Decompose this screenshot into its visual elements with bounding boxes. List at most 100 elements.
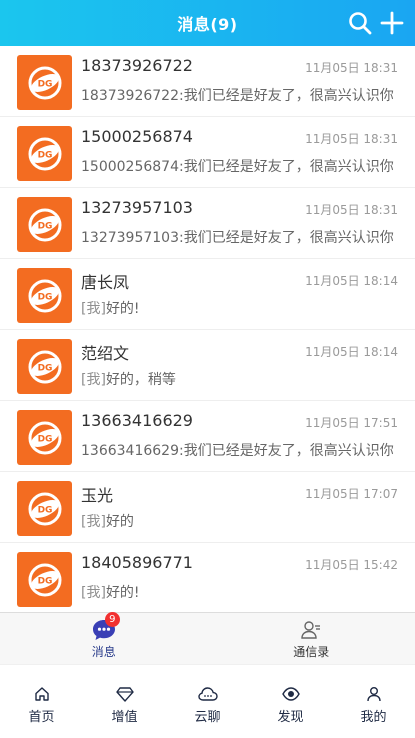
- dg-logo-icon: DG: [28, 208, 61, 241]
- add-icon[interactable]: [379, 7, 405, 39]
- dg-logo-icon: DG: [28, 421, 61, 454]
- nav-mine[interactable]: 我的: [332, 665, 415, 738]
- avatar: DG: [17, 410, 72, 465]
- tab-messages-label: 消息: [91, 645, 116, 659]
- conversation-row[interactable]: DG 18405896771 11月05日 15:42 [我]好的!: [0, 543, 415, 612]
- message-preview: 18373926722:我们已经是好友了，很高兴认识你: [81, 85, 395, 105]
- message-preview: [我]好的，稍等: [81, 369, 395, 389]
- message-preview: 13663416629:我们已经是好友了，很高兴认识你: [81, 440, 395, 460]
- avatar: DG: [17, 55, 72, 110]
- svg-text:DG: DG: [37, 150, 52, 160]
- message-preview: [我]好的!: [81, 582, 395, 602]
- dg-logo-icon: DG: [28, 350, 61, 383]
- conversation-row[interactable]: DG 15000256874 11月05日 18:31 15000256874:…: [0, 117, 415, 188]
- dg-logo-icon: DG: [28, 66, 61, 99]
- contact-name: 13273957103: [81, 198, 193, 217]
- tab-messages[interactable]: 9 消息: [0, 612, 208, 664]
- svg-text:DG: DG: [37, 505, 52, 515]
- sender-prefix: [我]: [81, 585, 106, 601]
- contact-name: 18373926722: [81, 56, 193, 75]
- nav-mine-label: 我的: [360, 710, 387, 725]
- message-time: 11月05日 18:31: [305, 61, 398, 75]
- nav-discover-label: 发现: [277, 710, 304, 725]
- cloud-icon: [197, 684, 218, 704]
- sender-prefix: [我]: [81, 514, 106, 530]
- conversation-row[interactable]: DG 13663416629 11月05日 17:51 13663416629:…: [0, 401, 415, 472]
- app-root: 消息(9) DG 18373926722 11月05日 18:31 183739…: [0, 0, 415, 738]
- page-title: 消息(9): [177, 15, 238, 34]
- conversation-row[interactable]: DG 13273957103 11月05日 18:31 13273957103:…: [0, 188, 415, 259]
- message-text: 15000256874:我们已经是好友了，很高兴认识你: [81, 159, 394, 175]
- svg-text:DG: DG: [37, 434, 52, 444]
- contact-name: 18405896771: [81, 553, 193, 572]
- dg-logo-icon: DG: [28, 563, 61, 596]
- diamond-icon: [115, 684, 134, 704]
- avatar: DG: [17, 126, 72, 181]
- conversation-row[interactable]: DG 唐长凤 11月05日 18:14 [我]好的!: [0, 259, 415, 330]
- unread-badge: 9: [104, 612, 120, 627]
- search-icon[interactable]: [347, 7, 373, 39]
- conversation-row[interactable]: DG 范绍文 11月05日 18:14 [我]好的，稍等: [0, 330, 415, 401]
- nav-home[interactable]: 首页: [0, 665, 83, 738]
- message-time: 11月05日 18:31: [305, 132, 398, 146]
- tab-messages-icon-wrap: 9: [91, 612, 120, 643]
- svg-text:DG: DG: [37, 79, 52, 89]
- message-time: 11月05日 15:42: [305, 558, 398, 572]
- eye-icon: [281, 684, 300, 704]
- message-time: 11月05日 18:31: [305, 203, 398, 217]
- avatar: DG: [17, 552, 72, 607]
- contact-name: 15000256874: [81, 127, 193, 146]
- message-preview: [我]好的: [81, 511, 395, 531]
- message-text: 13663416629:我们已经是好友了，很高兴认识你: [81, 443, 394, 459]
- nav-cloud-chat[interactable]: 云聊: [166, 665, 249, 738]
- sub-tab-bar: 9 消息 通信录: [0, 612, 415, 664]
- message-preview: [我]好的!: [81, 298, 395, 318]
- avatar: DG: [17, 197, 72, 252]
- svg-text:DG: DG: [37, 292, 52, 302]
- contact-name: 唐长凤: [81, 273, 130, 292]
- message-preview: 13273957103:我们已经是好友了，很高兴认识你: [81, 227, 395, 247]
- contact-name: 13663416629: [81, 411, 193, 430]
- message-text: 好的!: [105, 585, 140, 601]
- user-icon: [366, 684, 382, 704]
- contact-name: 玉光: [81, 486, 114, 505]
- avatar: DG: [17, 481, 72, 536]
- conversation-row[interactable]: DG 18373926722 11月05日 18:31 18373926722:…: [0, 46, 415, 117]
- bottom-nav: 首页 增值 云聊 发现 我的: [0, 664, 415, 738]
- message-preview: 15000256874:我们已经是好友了，很高兴认识你: [81, 156, 395, 176]
- svg-text:DG: DG: [37, 221, 52, 231]
- message-text: 18373926722:我们已经是好友了，很高兴认识你: [81, 88, 394, 104]
- nav-discover[interactable]: 发现: [249, 665, 332, 738]
- message-text: 好的: [105, 514, 134, 530]
- message-text: 好的，稍等: [105, 372, 176, 388]
- contacts-icon: [301, 621, 321, 639]
- message-text: 13273957103:我们已经是好友了，很高兴认识你: [81, 230, 394, 246]
- dg-logo-icon: DG: [28, 279, 61, 312]
- message-time: 11月05日 18:14: [305, 345, 398, 359]
- svg-text:DG: DG: [37, 576, 52, 586]
- header-actions: [347, 7, 405, 39]
- conversation-list: DG 18373926722 11月05日 18:31 18373926722:…: [0, 46, 415, 612]
- dg-logo-icon: DG: [28, 492, 61, 525]
- nav-value-added-label: 增值: [111, 710, 138, 725]
- dg-logo-icon: DG: [28, 137, 61, 170]
- tab-contacts-icon-wrap: [300, 617, 322, 643]
- message-text: 好的!: [105, 301, 140, 317]
- message-time: 11月05日 17:07: [305, 487, 398, 501]
- sender-prefix: [我]: [81, 301, 106, 317]
- tab-contacts-label: 通信录: [293, 645, 330, 659]
- nav-cloud-chat-label: 云聊: [194, 710, 221, 725]
- svg-text:DG: DG: [37, 363, 52, 373]
- conversation-row[interactable]: DG 玉光 11月05日 17:07 [我]好的: [0, 472, 415, 543]
- message-time: 11月05日 17:51: [305, 416, 398, 430]
- header-bar: 消息(9): [0, 0, 415, 46]
- nav-value-added[interactable]: 增值: [83, 665, 166, 738]
- avatar: DG: [17, 339, 72, 394]
- home-icon: [34, 684, 50, 704]
- avatar: DG: [17, 268, 72, 323]
- message-time: 11月05日 18:14: [305, 274, 398, 288]
- tab-contacts[interactable]: 通信录: [208, 613, 415, 664]
- contact-name: 范绍文: [81, 344, 130, 363]
- sender-prefix: [我]: [81, 372, 106, 388]
- nav-home-label: 首页: [28, 710, 55, 725]
